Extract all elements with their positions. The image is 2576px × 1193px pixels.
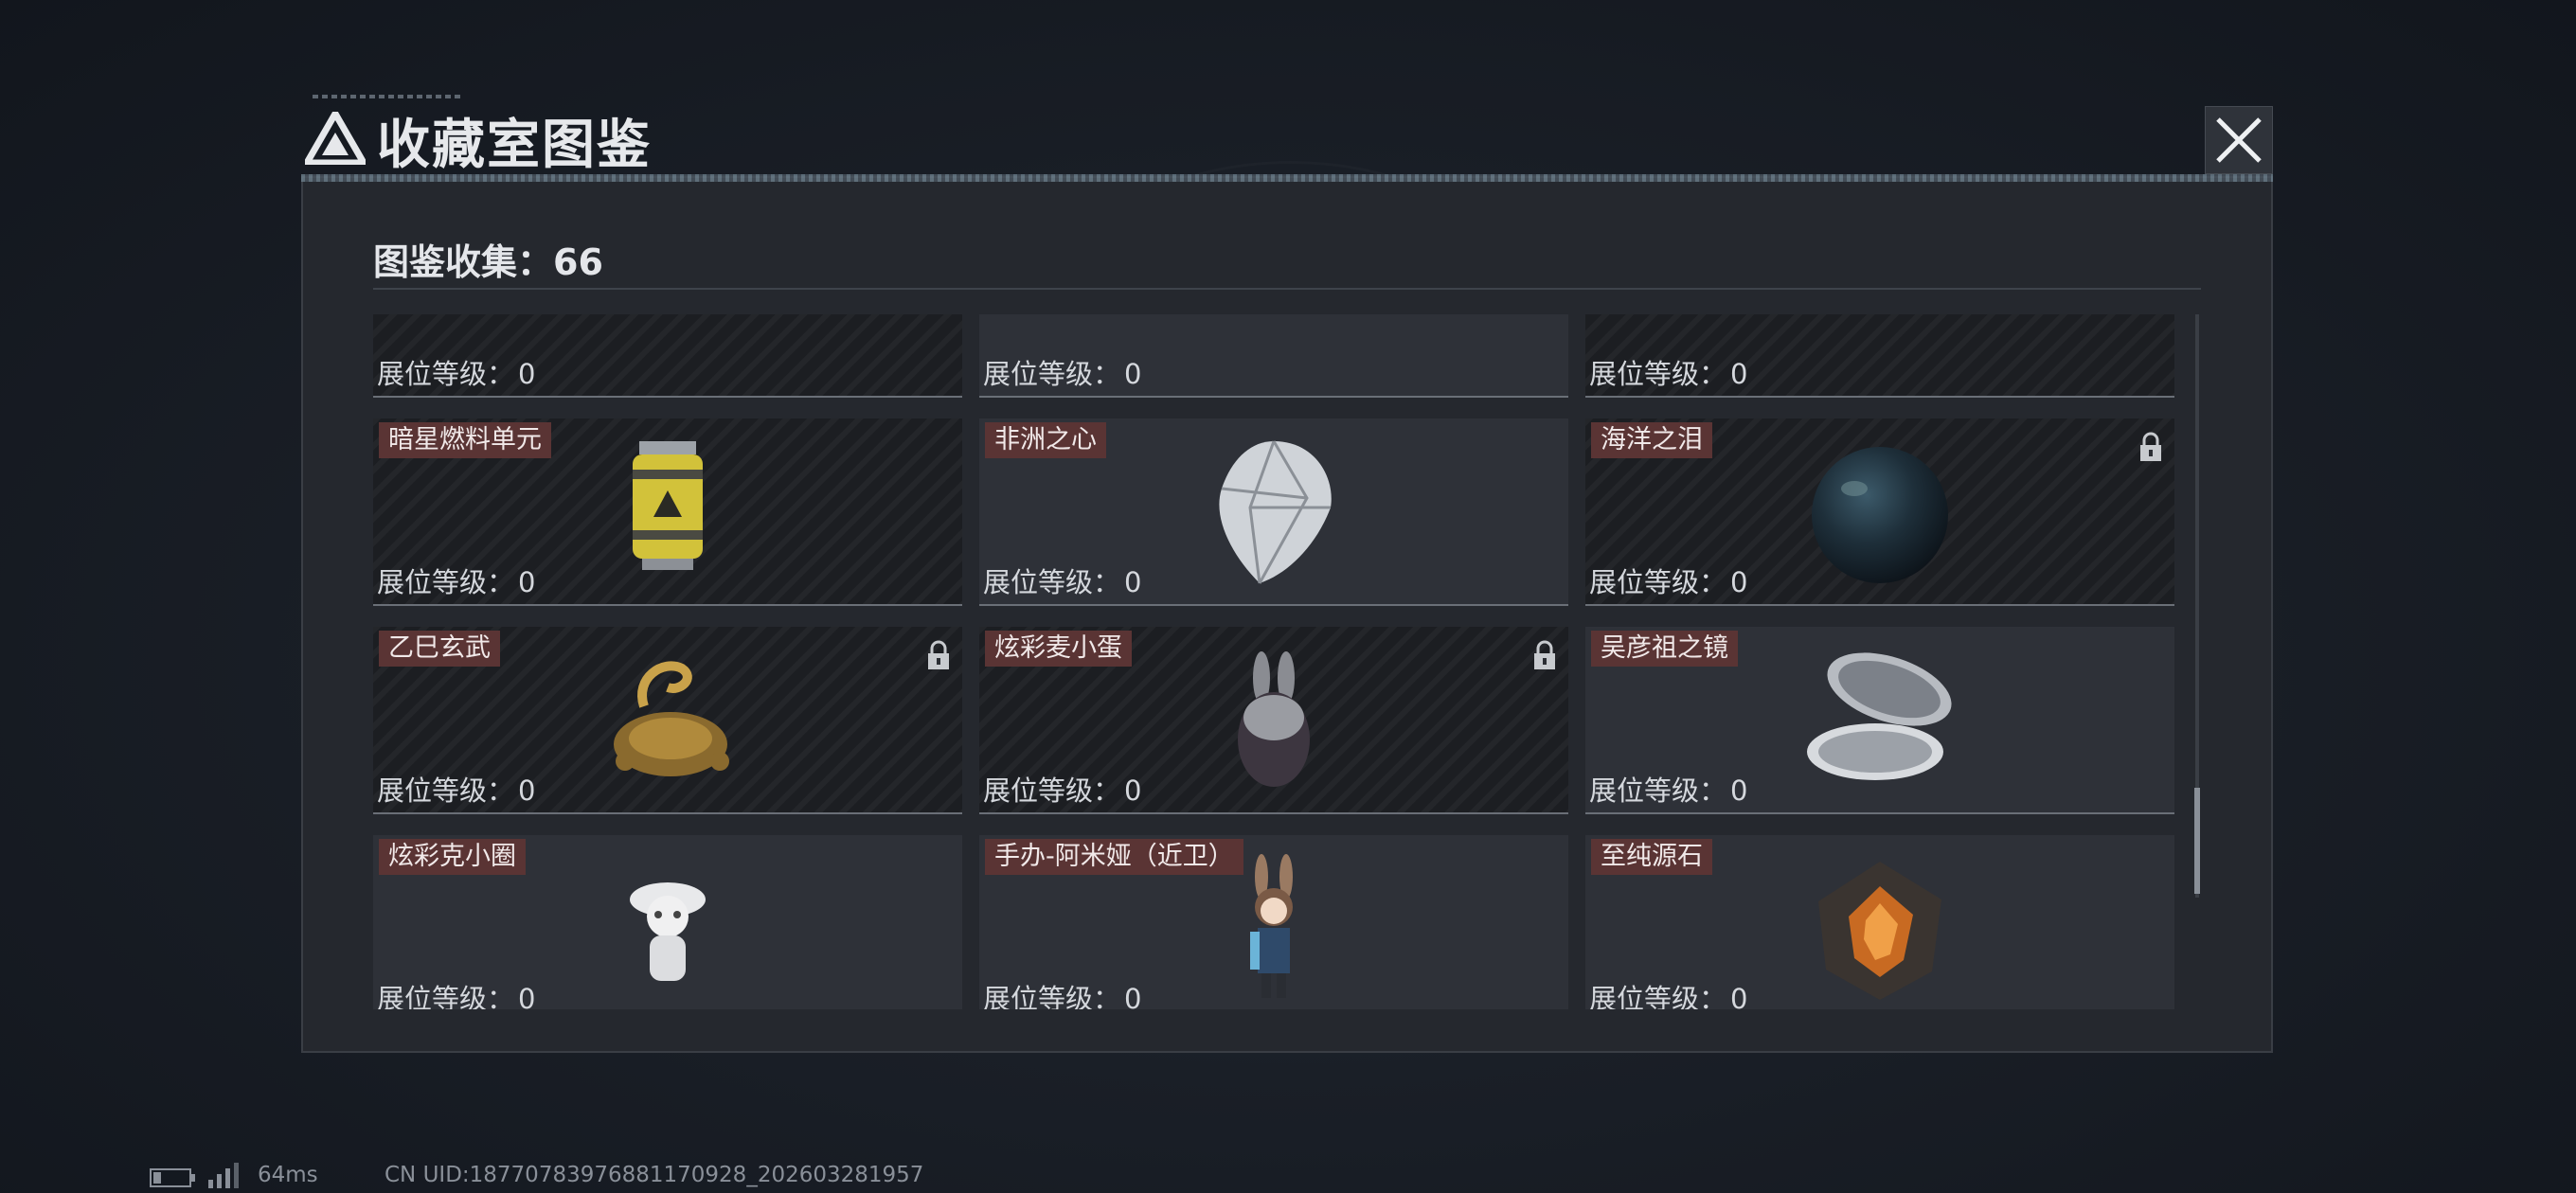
card-level: 展位等级： 0: [377, 977, 535, 1009]
card-level: 展位等级： 0: [377, 561, 535, 600]
lock-icon: [928, 640, 949, 669]
level-label: 展位等级：: [377, 775, 515, 807]
card-level: 展位等级： 0: [1589, 769, 1747, 809]
card-name: 炫彩克小圈: [379, 839, 526, 875]
bunny-egg-icon: [1193, 640, 1354, 801]
collection-card[interactable]: 乙巳玄武展位等级： 0: [373, 627, 962, 814]
circuit-box-icon: [1799, 314, 1960, 384]
grate-device-icon: [587, 314, 748, 384]
card-name: 吴彦祖之镜: [1591, 631, 1738, 667]
collection-card[interactable]: 吴彦祖之镜展位等级： 0: [1585, 627, 2174, 814]
level-label: 展位等级：: [1589, 358, 1727, 390]
level-value: 0: [1730, 566, 1748, 598]
level-label: 展位等级：: [377, 566, 515, 598]
level-value: 0: [1124, 566, 1142, 598]
level-label: 展位等级：: [1589, 566, 1727, 598]
collection-card[interactable]: 炫彩麦小蛋展位等级： 0: [979, 627, 1568, 814]
card-level: 展位等级： 0: [1589, 352, 1747, 392]
collection-card[interactable]: 至纯源石展位等级： 0: [1585, 835, 2174, 1009]
close-icon: [2216, 117, 2262, 163]
card-name: 海洋之泪: [1591, 422, 1712, 458]
level-value: 0: [518, 566, 536, 598]
panel-top-border: [301, 174, 2273, 182]
card-level: 展位等级： 0: [377, 352, 535, 392]
fuel-canister-icon: [587, 432, 748, 593]
card-level: 展位等级： 0: [1589, 561, 1747, 600]
signal-icon: [208, 1163, 239, 1188]
collection-card[interactable]: 展位等级： 0: [373, 314, 962, 398]
level-value: 0: [1124, 983, 1142, 1009]
lock-icon: [1534, 640, 1555, 669]
level-label: 展位等级：: [1589, 983, 1727, 1009]
collection-card[interactable]: 暗星燃料单元 展位等级： 0: [373, 418, 962, 606]
collection-count: 图鉴收集：66: [373, 241, 603, 283]
card-name: 暗星燃料单元: [379, 422, 551, 458]
card-level: 展位等级： 0: [1589, 977, 1747, 1009]
window-title: 收藏室图鉴: [377, 115, 652, 176]
battery-icon: [150, 1168, 195, 1187]
level-value: 0: [518, 983, 536, 1009]
item-grid: 展位等级： 0 展位等级： 0 展位等级： 0 暗星燃料单元 展位等级： 0 非洲之心 展位等级： 0…: [373, 314, 2182, 1009]
card-level: 展位等级： 0: [983, 977, 1141, 1009]
user-uid: CN UID:18770783976881170928_202603281957: [385, 1163, 924, 1187]
ping-readout: 64ms: [258, 1163, 318, 1187]
collection-card[interactable]: 展位等级： 0: [1585, 314, 2174, 398]
golden-turtle-icon: [587, 640, 748, 801]
item-grid-viewport[interactable]: 展位等级： 0 展位等级： 0 展位等级： 0 暗星燃料单元 展位等级： 0 非洲之心 展位等级： 0…: [373, 314, 2182, 1009]
collection-card[interactable]: 手办-阿米娅（近卫） 展位等级： 0: [979, 835, 1568, 1009]
card-name: 至纯源石: [1591, 839, 1712, 875]
originium-crystal-icon: [1799, 848, 1960, 1009]
level-label: 展位等级：: [1589, 775, 1727, 807]
card-level: 展位等级： 0: [983, 352, 1141, 392]
level-value: 0: [1730, 983, 1748, 1009]
card-name: 乙巳玄武: [379, 631, 500, 667]
card-level: 展位等级： 0: [377, 769, 535, 809]
card-level: 展位等级： 0: [983, 561, 1141, 600]
level-label: 展位等级：: [377, 358, 515, 390]
figurine-icon: [587, 848, 748, 1009]
card-name: 非洲之心: [985, 422, 1106, 458]
level-label: 展位等级：: [983, 775, 1121, 807]
level-value: 0: [1730, 775, 1748, 807]
scrollbar-thumb[interactable]: [2194, 788, 2200, 894]
collection-card[interactable]: 展位等级： 0: [979, 314, 1568, 398]
level-value: 0: [1730, 358, 1748, 390]
collection-card[interactable]: 海洋之泪展位等级： 0: [1585, 418, 2174, 606]
level-value: 0: [518, 775, 536, 807]
dark-pearl-icon: [1799, 432, 1960, 593]
card-name: 手办-阿米娅（近卫）: [985, 839, 1243, 875]
level-value: 0: [1124, 775, 1142, 807]
triangle-logo-icon: [305, 112, 366, 165]
card-name: 炫彩麦小蛋: [985, 631, 1132, 667]
compact-mirror-icon: [1799, 640, 1960, 801]
metal-cylinder-icon: [1193, 314, 1354, 384]
level-label: 展位等级：: [377, 983, 515, 1009]
level-label: 展位等级：: [983, 358, 1121, 390]
diamond-icon: [1193, 432, 1354, 593]
level-value: 0: [1124, 358, 1142, 390]
divider: [373, 288, 2201, 290]
collection-card[interactable]: 非洲之心展位等级： 0: [979, 418, 1568, 606]
level-label: 展位等级：: [983, 566, 1121, 598]
collection-card[interactable]: 炫彩克小圈展位等级： 0: [373, 835, 962, 1009]
level-label: 展位等级：: [983, 983, 1121, 1009]
title-decoration: [313, 95, 464, 98]
card-level: 展位等级： 0: [983, 769, 1141, 809]
close-button[interactable]: [2205, 106, 2273, 174]
lock-icon: [2140, 432, 2161, 461]
level-value: 0: [518, 358, 536, 390]
